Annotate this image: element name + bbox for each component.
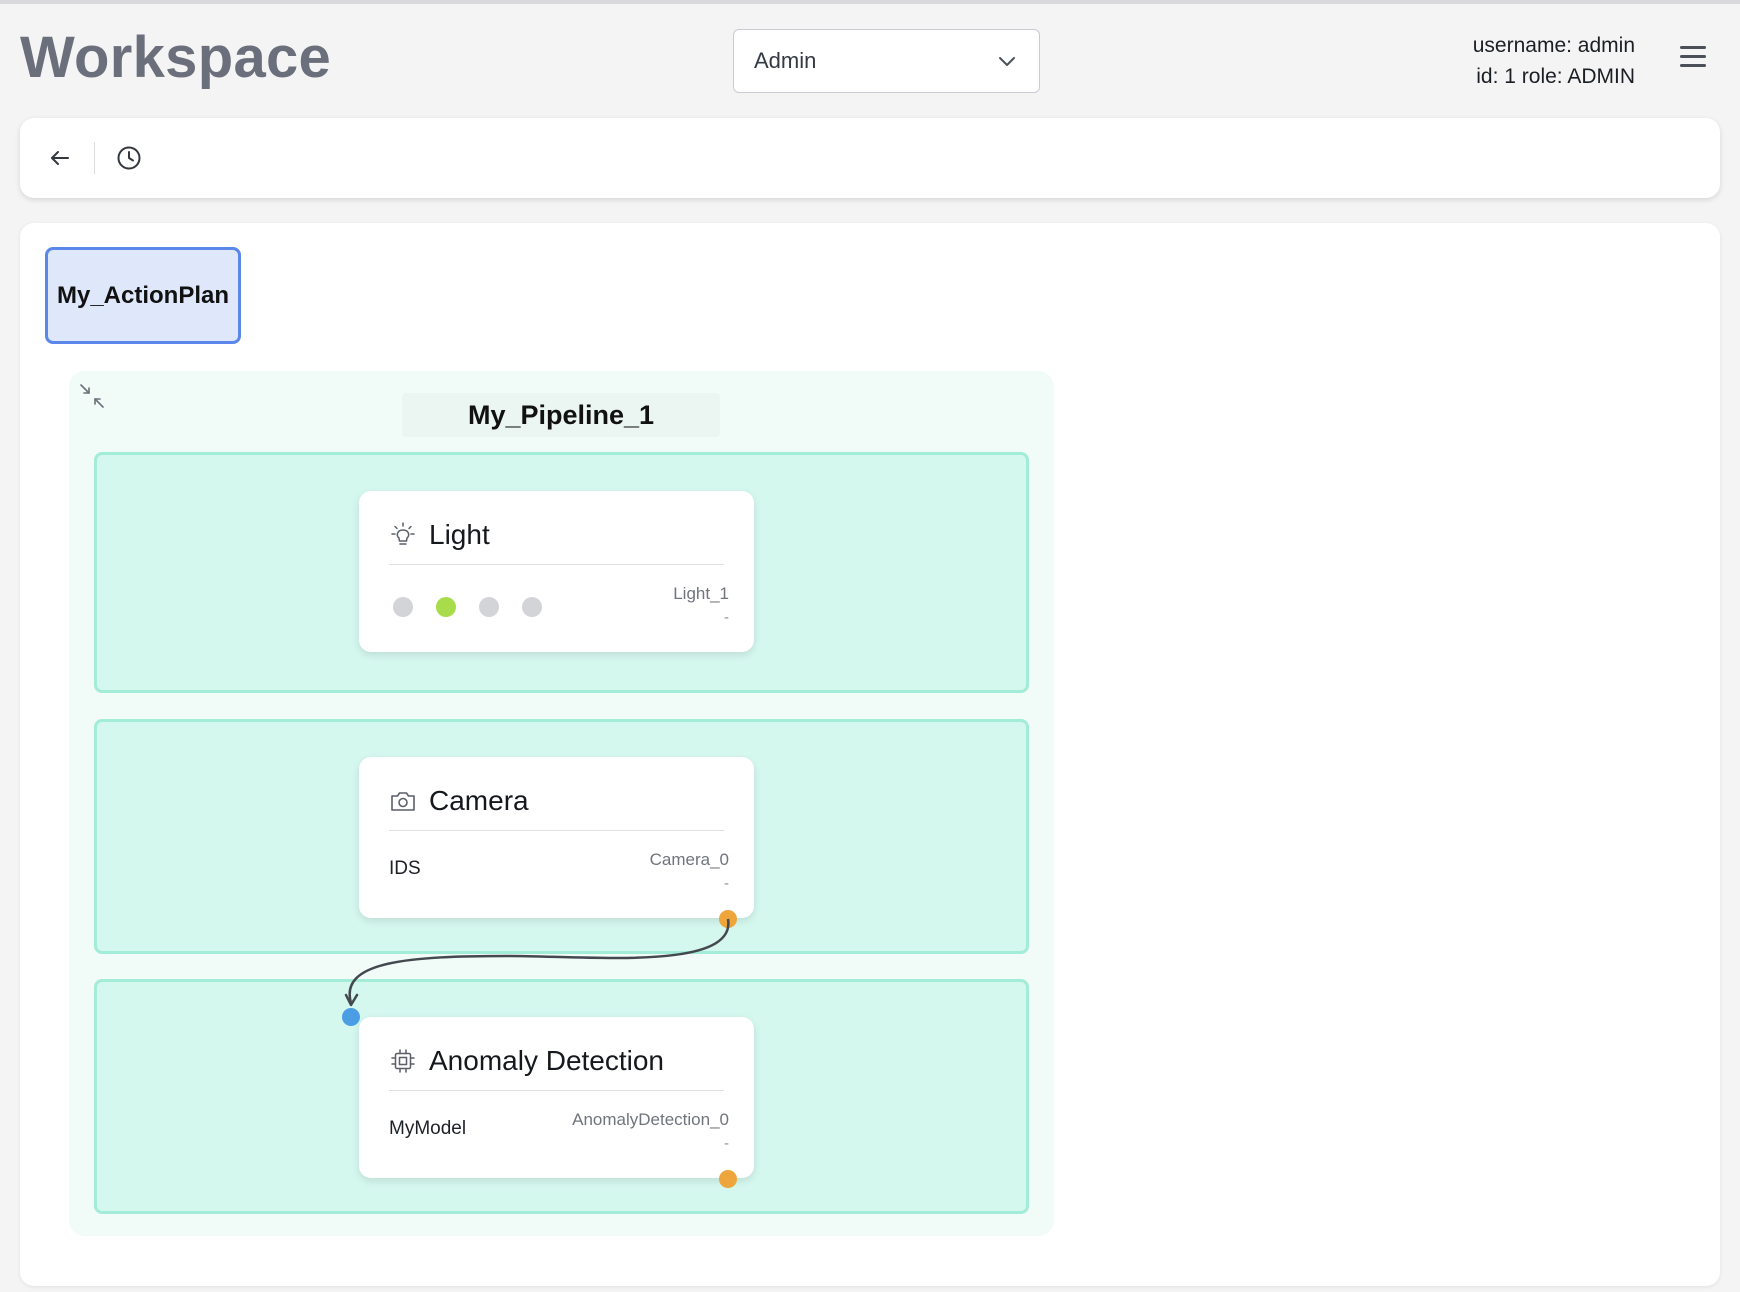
light-node-header: Light: [389, 519, 490, 551]
anomaly-detection-node[interactable]: Anomaly Detection MyModel AnomalyDetecti…: [359, 1017, 754, 1178]
menu-icon[interactable]: [1680, 46, 1708, 70]
lightbulb-icon: [391, 522, 415, 545]
workflow-canvas[interactable]: My_ActionPlan My_Pipeline_1 Light Light_…: [20, 223, 1720, 1286]
node-id: AnomalyDetection_0: [572, 1110, 729, 1129]
node-status: -: [724, 609, 729, 626]
back-button[interactable]: [42, 140, 78, 176]
anomaly-output-port[interactable]: [719, 1170, 737, 1188]
pipeline-group[interactable]: My_Pipeline_1 Light Light_1 - Camera IDS…: [69, 371, 1054, 1236]
toolbar-divider: [94, 142, 95, 174]
light-indicator[interactable]: [479, 597, 499, 617]
node-title: Light: [429, 519, 490, 550]
clock-icon: [117, 146, 141, 170]
collapse-arrows-icon[interactable]: [79, 383, 105, 409]
node-status: -: [724, 1135, 729, 1152]
node-id: Light_1: [673, 584, 729, 603]
light-indicator[interactable]: [522, 597, 542, 617]
action-plan-node[interactable]: My_ActionPlan: [45, 247, 241, 344]
role-select-value: Admin: [754, 48, 817, 73]
light-indicator-active[interactable]: [436, 597, 456, 617]
role-select[interactable]: Admin: [733, 29, 1040, 93]
node-divider: [389, 1090, 724, 1091]
page-title: Workspace: [20, 25, 332, 90]
user-id-role-label: id: 1 role: ADMIN: [1476, 65, 1635, 88]
camera-output-port[interactable]: [719, 910, 737, 928]
toolbar: [20, 118, 1720, 198]
light-indicators: [393, 597, 565, 617]
node-title: Camera: [429, 785, 529, 816]
camera-icon: [391, 792, 415, 811]
user-info: username: admin id: 1 role: ADMIN: [1465, 30, 1635, 92]
anomaly-input-port[interactable]: [342, 1008, 360, 1026]
node-title: Anomaly Detection: [429, 1045, 665, 1076]
chevron-down-icon: [999, 57, 1015, 66]
pipeline-title: My_Pipeline_1: [402, 393, 720, 437]
light-indicator[interactable]: [393, 597, 413, 617]
node-subtitle: MyModel: [389, 1118, 467, 1139]
anomaly-node-header: Anomaly Detection: [389, 1045, 664, 1077]
node-status: -: [724, 875, 729, 892]
camera-node-header: Camera: [389, 785, 529, 817]
top-border: [0, 0, 1740, 4]
camera-node[interactable]: Camera IDS Camera_0 -: [359, 757, 754, 918]
node-divider: [389, 830, 724, 831]
node-id: Camera_0: [649, 850, 729, 869]
light-node[interactable]: Light Light_1 -: [359, 491, 754, 652]
history-button[interactable]: [111, 140, 147, 176]
arrow-left-icon: [51, 151, 69, 165]
node-subtitle: IDS: [389, 858, 421, 879]
node-divider: [389, 564, 724, 565]
username-label: username: admin: [1472, 34, 1635, 57]
chip-icon: [391, 1049, 415, 1073]
